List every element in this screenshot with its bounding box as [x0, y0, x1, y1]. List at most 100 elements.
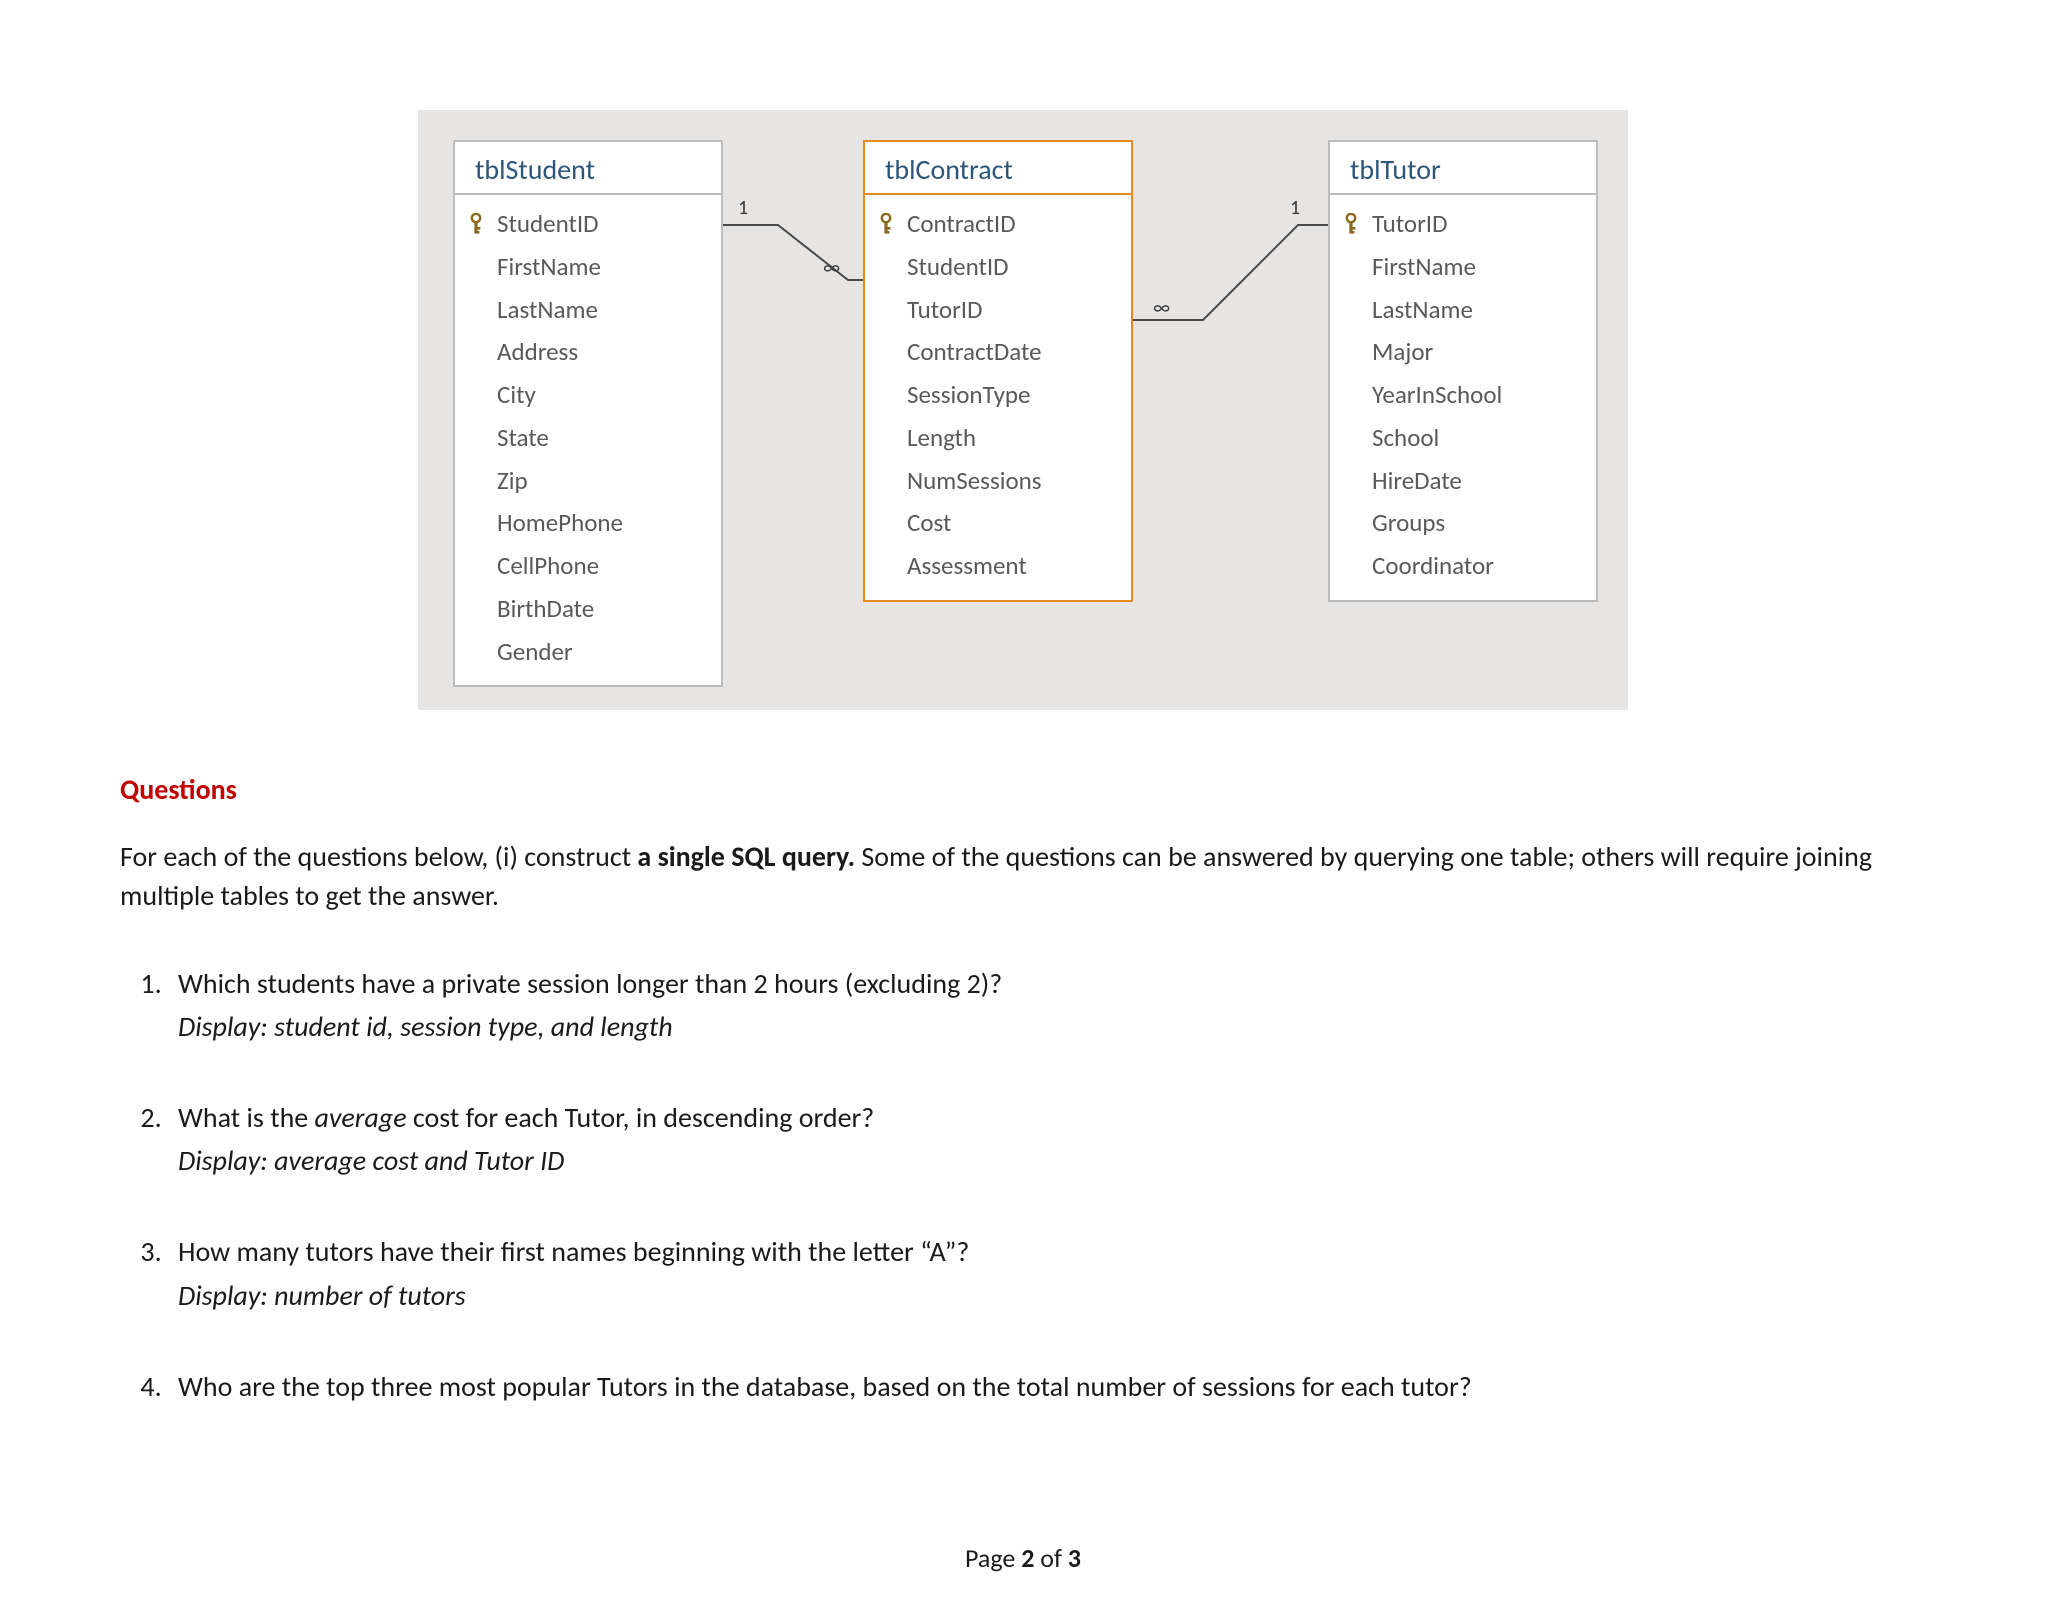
question-text: Who are the top three most popular Tutor…: [178, 1369, 1472, 1404]
relationships-diagram: 1 ∞ ∞ 1 tblStudent StudentIDFirstNameLas…: [418, 110, 1628, 710]
field-row[interactable]: Coordinator: [1330, 545, 1596, 588]
field-name: HomePhone: [497, 504, 699, 543]
field-name: State: [497, 419, 699, 458]
field-row[interactable]: Major: [1330, 331, 1596, 374]
footer-mid: of: [1034, 1542, 1067, 1574]
field-name: Coordinator: [1372, 547, 1574, 586]
field-row[interactable]: LastName: [455, 289, 721, 332]
field-name: YearInSchool: [1372, 376, 1574, 415]
table-student[interactable]: tblStudent StudentID FirstName LastNameAdd…: [453, 140, 723, 687]
field-list: ContractID StudentID TutorIDContractDate Se…: [865, 195, 1131, 600]
question-4: Who are the top three most popular Tutor…: [168, 1367, 1926, 1406]
field-name: StudentID: [907, 248, 1109, 287]
field-row[interactable]: Cost: [865, 502, 1131, 545]
field-row[interactable]: School: [1330, 417, 1596, 460]
field-row[interactable]: Groups: [1330, 502, 1596, 545]
field-row[interactable]: HomePhone: [455, 502, 721, 545]
question-display: Display: student id, session type, and l…: [178, 1007, 1926, 1046]
question-text-post: cost for each Tutor, in descending order…: [407, 1100, 875, 1135]
field-name: TutorID: [1372, 205, 1574, 244]
question-text-pre: What is the: [178, 1100, 315, 1135]
field-name: ContractDate: [907, 333, 1109, 372]
field-name: NumSessions: [907, 462, 1109, 501]
key-icon: [1344, 213, 1358, 235]
intro-pre: For each of the questions below, (i) con…: [120, 839, 637, 874]
key-icon: [879, 213, 893, 235]
field-row[interactable]: NumSessions: [865, 460, 1131, 503]
field-name: Length: [907, 419, 1109, 458]
field-name: BirthDate: [497, 590, 699, 629]
field-name: LastName: [497, 291, 699, 330]
field-row[interactable]: TutorID: [865, 289, 1131, 332]
field-row[interactable]: ContractID: [865, 203, 1131, 246]
field-row[interactable]: City: [455, 374, 721, 417]
field-row[interactable]: Zip: [455, 460, 721, 503]
field-row[interactable]: Address: [455, 331, 721, 374]
question-1: Which students have a private session lo…: [168, 964, 1926, 1046]
question-2: What is the average cost for each Tutor,…: [168, 1098, 1926, 1180]
field-row[interactable]: Gender: [455, 631, 721, 674]
field-row[interactable]: HireDate: [1330, 460, 1596, 503]
field-name: FirstName: [497, 248, 699, 287]
primary-key-icon: [1344, 213, 1372, 235]
field-row[interactable]: BirthDate: [455, 588, 721, 631]
field-row[interactable]: LastName: [1330, 289, 1596, 332]
field-row[interactable]: StudentID: [865, 246, 1131, 289]
field-row[interactable]: FirstName: [455, 246, 721, 289]
field-name: Gender: [497, 633, 699, 672]
table-contract[interactable]: tblContract ContractIDStudentIDTutorIDCo…: [863, 140, 1133, 602]
body-text: Questions For each of the questions belo…: [120, 770, 1926, 1406]
cardinality-many: ∞: [1153, 298, 1170, 318]
page: 1 ∞ ∞ 1 tblStudent StudentIDFirstNameLas…: [0, 0, 2046, 1614]
field-row[interactable]: SessionType: [865, 374, 1131, 417]
field-row[interactable]: ContractDate: [865, 331, 1131, 374]
table-title: tblStudent: [455, 142, 721, 193]
field-name: CellPhone: [497, 547, 699, 586]
field-name: SessionType: [907, 376, 1109, 415]
question-3: How many tutors have their first names b…: [168, 1232, 1926, 1314]
field-row[interactable]: YearInSchool: [1330, 374, 1596, 417]
field-name: Groups: [1372, 504, 1574, 543]
primary-key-icon: [469, 213, 497, 235]
field-row[interactable]: Length: [865, 417, 1131, 460]
footer-page-number: 2: [1021, 1542, 1034, 1574]
key-icon: [469, 213, 483, 235]
field-name: ContractID: [907, 205, 1109, 244]
intro-paragraph: For each of the questions below, (i) con…: [120, 837, 1926, 915]
field-name: Zip: [497, 462, 699, 501]
field-row[interactable]: TutorID: [1330, 203, 1596, 246]
field-name: LastName: [1372, 291, 1574, 330]
table-title: tblTutor: [1330, 142, 1596, 193]
page-footer: Page 2 of 3: [0, 1542, 2046, 1574]
field-list: StudentID FirstName LastNameAddressCitySta…: [455, 195, 721, 685]
field-name: StudentID: [497, 205, 699, 244]
field-row[interactable]: Assessment: [865, 545, 1131, 588]
primary-key-icon: [879, 213, 907, 235]
cardinality-one: 1: [738, 198, 748, 218]
field-name: Assessment: [907, 547, 1109, 586]
field-name: Cost: [907, 504, 1109, 543]
question-display: Display: number of tutors: [178, 1276, 1926, 1315]
field-name: FirstName: [1372, 248, 1574, 287]
questions-heading: Questions: [120, 770, 1926, 809]
field-name: Address: [497, 333, 699, 372]
questions-list: Which students have a private session lo…: [120, 964, 1926, 1406]
field-name: Major: [1372, 333, 1574, 372]
intro-bold: a single SQL query.: [637, 839, 855, 874]
field-name: HireDate: [1372, 462, 1574, 501]
field-row[interactable]: FirstName: [1330, 246, 1596, 289]
cardinality-many: ∞: [823, 258, 840, 278]
table-title: tblContract: [865, 142, 1131, 193]
field-row[interactable]: StudentID: [455, 203, 721, 246]
field-row[interactable]: State: [455, 417, 721, 460]
question-text: Which students have a private session lo…: [178, 966, 1002, 1001]
field-name: School: [1372, 419, 1574, 458]
field-list: TutorID FirstName LastNameMajor YearInSchoo…: [1330, 195, 1596, 600]
question-text-em: average: [315, 1100, 407, 1135]
question-text: How many tutors have their first names b…: [178, 1234, 969, 1269]
field-row[interactable]: CellPhone: [455, 545, 721, 588]
footer-page-total: 3: [1068, 1542, 1081, 1574]
field-name: TutorID: [907, 291, 1109, 330]
table-tutor[interactable]: tblTutor TutorID FirstName LastNameMajor Ye…: [1328, 140, 1598, 602]
footer-pre: Page: [965, 1542, 1021, 1574]
